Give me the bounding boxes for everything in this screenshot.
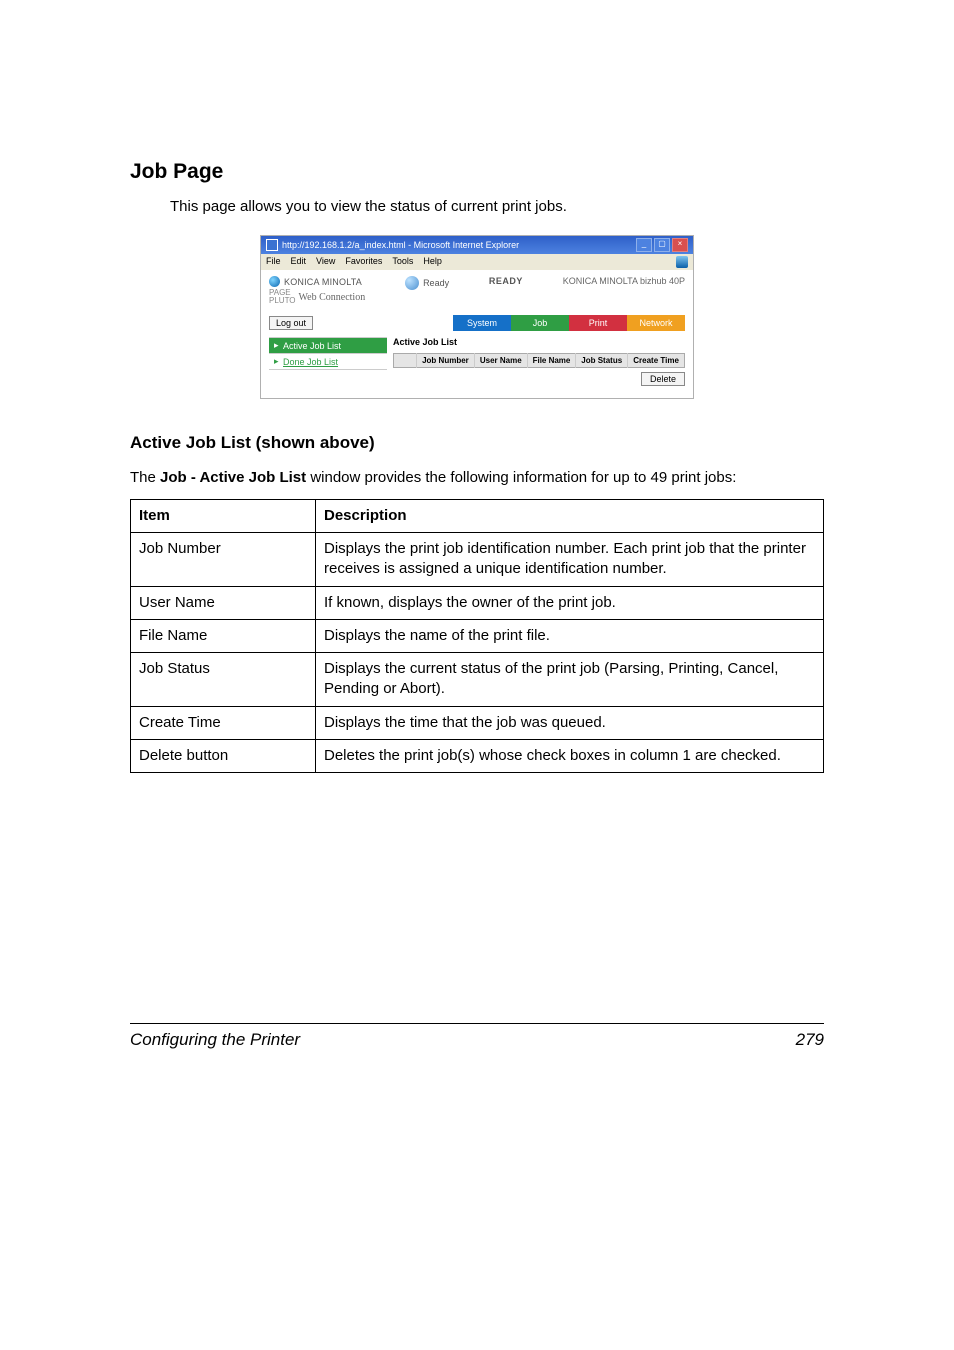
sidebar-item-label: Done Job List bbox=[283, 357, 338, 367]
sidebar-item-label: Active Job List bbox=[283, 341, 341, 351]
menu-tools[interactable]: Tools bbox=[392, 256, 413, 268]
tab-job[interactable]: Job bbox=[511, 315, 569, 331]
model-name: KONICA MINOLTA bizhub 40P bbox=[563, 276, 685, 286]
menu-file[interactable]: File bbox=[266, 256, 281, 268]
close-button[interactable]: × bbox=[672, 238, 688, 252]
info-item: Job Number bbox=[131, 533, 316, 587]
desc-prefix: The bbox=[130, 469, 160, 486]
menu-favorites[interactable]: Favorites bbox=[345, 256, 382, 268]
sub-section-title: Active Job List (shown above) bbox=[130, 433, 824, 453]
ready-status: READY bbox=[489, 276, 523, 286]
maximize-button[interactable]: ▢ bbox=[654, 238, 670, 252]
desc-suffix: window provides the following informatio… bbox=[306, 469, 736, 486]
col-create-time: Create Time bbox=[628, 354, 685, 368]
footer-title: Configuring the Printer bbox=[130, 1030, 300, 1050]
panel-title: Active Job List bbox=[393, 337, 685, 347]
sidebar-item-done-job-list[interactable]: ▸ Done Job List bbox=[269, 353, 387, 370]
delete-button[interactable]: Delete bbox=[641, 372, 685, 386]
logout-button[interactable]: Log out bbox=[269, 316, 313, 330]
info-header-item: Item bbox=[131, 499, 316, 532]
brand-pluto: PAGEPLUTO bbox=[269, 289, 296, 305]
page-number: 279 bbox=[796, 1030, 824, 1050]
table-row: File Name Displays the name of the print… bbox=[131, 619, 824, 652]
info-desc: If known, displays the owner of the prin… bbox=[316, 586, 824, 619]
info-desc: Displays the name of the print file. bbox=[316, 619, 824, 652]
menu-view[interactable]: View bbox=[316, 256, 335, 268]
col-job-number: Job Number bbox=[417, 354, 475, 368]
menu-edit[interactable]: Edit bbox=[291, 256, 307, 268]
ready-label: Ready bbox=[423, 278, 449, 288]
info-desc: Displays the current status of the print… bbox=[316, 653, 824, 707]
ie-menubar: File Edit View Favorites Tools Help bbox=[261, 254, 693, 270]
minimize-button[interactable]: _ bbox=[636, 238, 652, 252]
table-row: User Name If known, displays the owner o… bbox=[131, 586, 824, 619]
tab-system[interactable]: System bbox=[453, 315, 511, 331]
col-file-name: File Name bbox=[527, 354, 576, 368]
info-item: Delete button bbox=[131, 739, 316, 772]
ie-titlebar: http://192.168.1.2/a_index.html - Micros… bbox=[261, 236, 693, 254]
info-header-description: Description bbox=[316, 499, 824, 532]
info-desc: Deletes the print job(s) whose check box… bbox=[316, 739, 824, 772]
sidebar-item-active-job-list[interactable]: ▸ Active Job List bbox=[269, 337, 387, 353]
col-user-name: User Name bbox=[474, 354, 527, 368]
col-checkbox bbox=[394, 354, 417, 368]
col-job-status: Job Status bbox=[576, 354, 628, 368]
info-desc: Displays the print job identification nu… bbox=[316, 533, 824, 587]
app-header: KONICA MINOLTA PAGEPLUTO Web Connection … bbox=[261, 270, 693, 315]
info-item: Create Time bbox=[131, 706, 316, 739]
brand-web-connection: Web Connection bbox=[299, 292, 366, 303]
ie-title-text: http://192.168.1.2/a_index.html - Micros… bbox=[282, 240, 519, 250]
main-panel: Active Job List Job Number User Name Fil… bbox=[393, 337, 685, 384]
section-title: Job Page bbox=[130, 160, 824, 184]
intro-text: This page allows you to view the status … bbox=[170, 196, 824, 217]
job-table: Job Number User Name File Name Job Statu… bbox=[393, 353, 685, 368]
tab-print[interactable]: Print bbox=[569, 315, 627, 331]
side-nav: ▸ Active Job List ▸ Done Job List bbox=[269, 337, 387, 384]
ie-logo-icon bbox=[676, 256, 688, 268]
brand-logo-icon bbox=[269, 276, 280, 287]
arrow-icon: ▸ bbox=[274, 356, 280, 367]
desc-bold: Job - Active Job List bbox=[160, 469, 306, 486]
table-row: Create Time Displays the time that the j… bbox=[131, 706, 824, 739]
footer-divider bbox=[130, 1023, 824, 1024]
printer-ready-icon bbox=[405, 276, 419, 290]
table-row: Job Number Displays the print job identi… bbox=[131, 533, 824, 587]
menu-help[interactable]: Help bbox=[423, 256, 442, 268]
description-paragraph: The Job - Active Job List window provide… bbox=[130, 467, 824, 489]
info-table: Item Description Job Number Displays the… bbox=[130, 499, 824, 773]
ie-page-icon bbox=[266, 239, 278, 251]
info-desc: Displays the time that the job was queue… bbox=[316, 706, 824, 739]
table-row: Job Status Displays the current status o… bbox=[131, 653, 824, 707]
arrow-icon: ▸ bbox=[274, 340, 280, 351]
tabs-bar: System Job Print Network bbox=[453, 315, 685, 331]
brand-name: KONICA MINOLTA bbox=[284, 277, 362, 287]
info-item: Job Status bbox=[131, 653, 316, 707]
info-item: File Name bbox=[131, 619, 316, 652]
table-row: Delete button Deletes the print job(s) w… bbox=[131, 739, 824, 772]
ie-screenshot: http://192.168.1.2/a_index.html - Micros… bbox=[260, 235, 694, 399]
info-item: User Name bbox=[131, 586, 316, 619]
tab-network[interactable]: Network bbox=[627, 315, 685, 331]
